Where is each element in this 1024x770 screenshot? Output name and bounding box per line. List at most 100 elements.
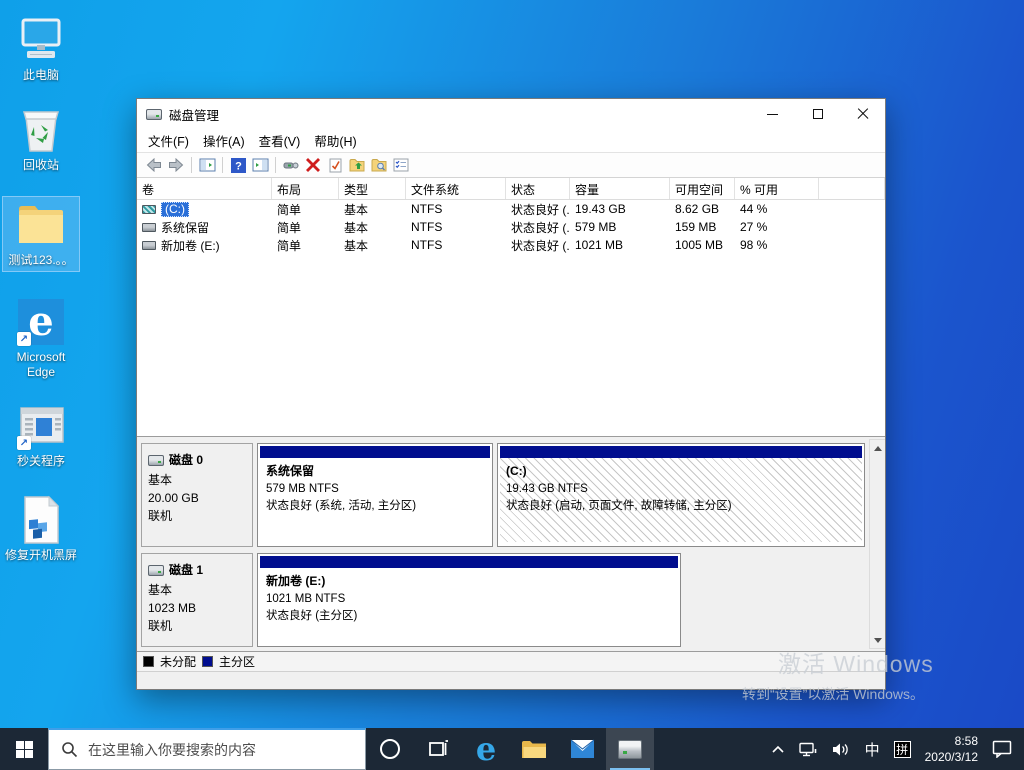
column-header-pct[interactable]: % 可用 (735, 178, 819, 199)
partition-size: 579 MB NTFS (266, 481, 484, 499)
search-input[interactable] (88, 742, 338, 758)
volume-icon (142, 205, 156, 214)
window-status-strip (137, 671, 885, 689)
scroll-up-icon[interactable] (870, 440, 885, 456)
cell-type: 基本 (339, 201, 406, 218)
taskbar-search[interactable] (48, 728, 366, 770)
delete-button[interactable] (302, 154, 324, 176)
minimize-icon (767, 114, 778, 115)
desktop-icon-recycle-bin[interactable]: 回收站 (2, 102, 80, 176)
column-header-volume[interactable]: 卷 (137, 178, 272, 199)
desktop-icon-this-pc[interactable]: 此电脑 (2, 12, 80, 86)
cell-pct: 98 % (735, 238, 819, 252)
desktop-icon-edge[interactable]: e ↗ Microsoft Edge (2, 294, 80, 383)
partition-system-reserved[interactable]: 系统保留 579 MB NTFS 状态良好 (系统, 活动, 主分区) (257, 443, 493, 547)
column-header-filesystem[interactable]: 文件系统 (406, 178, 506, 199)
properties-doc-button[interactable] (324, 154, 346, 176)
this-pc-icon (16, 15, 66, 65)
legend-primary-label: 主分区 (219, 653, 255, 670)
vertical-scrollbar[interactable] (869, 439, 885, 649)
cell-status: 状态良好 (... (506, 201, 570, 218)
volume-row-e[interactable]: 新加卷 (E:) 简单 基本 NTFS 状态良好 (... 1021 MB 10… (137, 236, 885, 254)
partition-name: (C:) (506, 462, 856, 481)
cell-capacity: 19.43 GB (570, 202, 670, 216)
action-pane-button[interactable] (249, 154, 271, 176)
mail-button[interactable] (558, 728, 606, 770)
disk-management-taskbar-button[interactable] (606, 728, 654, 770)
volume-speaker-icon[interactable] (832, 742, 851, 757)
column-header-free[interactable]: 可用空间 (670, 178, 735, 199)
column-header-filler (819, 178, 885, 199)
volume-row-c[interactable]: (C:) 简单 基本 NTFS 状态良好 (... 19.43 GB 8.62 … (137, 200, 885, 218)
disk-0-label[interactable]: 磁盘 0 基本 20.00 GB 联机 (141, 443, 253, 547)
tray-expand-icon[interactable] (771, 744, 785, 754)
column-header-layout[interactable]: 布局 (272, 178, 339, 199)
window-app-icon (146, 109, 162, 120)
menu-action[interactable]: 操作(A) (196, 128, 252, 153)
cortana-button[interactable] (366, 728, 414, 770)
cell-layout: 简单 (272, 201, 339, 218)
cell-fs: NTFS (406, 220, 506, 234)
disk-kind: 基本 (148, 471, 246, 489)
menu-view[interactable]: 查看(V) (252, 128, 308, 153)
back-button[interactable] (143, 154, 165, 176)
edge-taskbar-button[interactable]: e (462, 728, 510, 770)
registry-file-icon (16, 495, 66, 545)
legend-bar: 未分配 主分区 (137, 651, 885, 671)
help-button[interactable]: ? (227, 154, 249, 176)
volume-row-system-reserved[interactable]: 系统保留 简单 基本 NTFS 状态良好 (... 579 MB 159 MB … (137, 218, 885, 236)
edge-icon: e ↗ (16, 297, 66, 347)
partition-c-selected[interactable]: (C:) 19.43 GB NTFS 状态良好 (启动, 页面文件, 故障转储,… (497, 443, 865, 547)
disk-icon (148, 565, 164, 576)
partition-name: 系统保留 (266, 462, 484, 481)
maximize-button[interactable] (795, 99, 840, 129)
cell-fs: NTFS (406, 202, 506, 216)
windows-logo-icon (16, 741, 33, 758)
cell-capacity: 579 MB (570, 220, 670, 234)
menu-help[interactable]: 帮助(H) (307, 128, 363, 153)
disk-1-label[interactable]: 磁盘 1 基本 1023 MB 联机 (141, 553, 253, 647)
menu-file[interactable]: 文件(F) (141, 128, 196, 153)
folder-up-button[interactable] (346, 154, 368, 176)
forward-button[interactable] (165, 154, 187, 176)
volume-icon (142, 241, 156, 250)
close-button[interactable] (840, 99, 885, 129)
disk-icon (148, 455, 164, 466)
cell-free: 1005 MB (670, 238, 735, 252)
disk-0-row: 磁盘 0 基本 20.00 GB 联机 系统保留 579 MB NTFS 状态良… (141, 443, 865, 547)
toolbar-separator (275, 157, 276, 173)
column-header-type[interactable]: 类型 (339, 178, 406, 199)
action-center-icon[interactable] (992, 740, 1012, 758)
desktop-icon-test-folder[interactable]: 测试123.。。 (2, 196, 80, 272)
column-header-status[interactable]: 状态 (506, 178, 570, 199)
svg-text:?: ? (235, 160, 242, 172)
checklist-button[interactable] (390, 154, 412, 176)
title-bar[interactable]: 磁盘管理 (137, 99, 885, 129)
cell-status: 状态良好 (... (506, 237, 570, 254)
menu-bar: 文件(F) 操作(A) 查看(V) 帮助(H) (137, 129, 885, 152)
taskbar-clock[interactable]: 8:58 2020/3/12 (925, 733, 978, 765)
scroll-down-icon[interactable] (870, 632, 885, 648)
console-tree-button[interactable] (196, 154, 218, 176)
search-icon (61, 741, 78, 758)
task-view-icon (427, 739, 449, 759)
volume-list: 卷 布局 类型 文件系统 状态 容量 可用空间 % 可用 (C:) 简单 基本 … (137, 178, 885, 436)
start-button[interactable] (0, 728, 48, 770)
network-icon[interactable] (799, 742, 818, 757)
desktop-icon-app-shortcut[interactable]: ↗ 秒关程序 (2, 398, 80, 472)
desktop-icon-label: 测试123.。。 (8, 253, 73, 268)
rescan-button[interactable] (280, 154, 302, 176)
ime-mode-indicator[interactable]: 拼 (894, 741, 911, 758)
disk-name: 磁盘 0 (169, 451, 203, 469)
desktop: 此电脑 回收站 测试123.。。 e ↗ Microsoft Edge (0, 0, 1024, 770)
ime-language-indicator[interactable]: 中 (865, 739, 880, 760)
maximize-icon (813, 109, 823, 119)
task-view-button[interactable] (414, 728, 462, 770)
desktop-icon-reg-file[interactable]: 修复开机黑屏 (2, 492, 80, 566)
legend-primary-swatch (202, 656, 213, 667)
folder-search-button[interactable] (368, 154, 390, 176)
minimize-button[interactable] (750, 99, 795, 129)
column-header-capacity[interactable]: 容量 (570, 178, 670, 199)
file-explorer-button[interactable] (510, 728, 558, 770)
partition-e[interactable]: 新加卷 (E:) 1021 MB NTFS 状态良好 (主分区) (257, 553, 681, 647)
